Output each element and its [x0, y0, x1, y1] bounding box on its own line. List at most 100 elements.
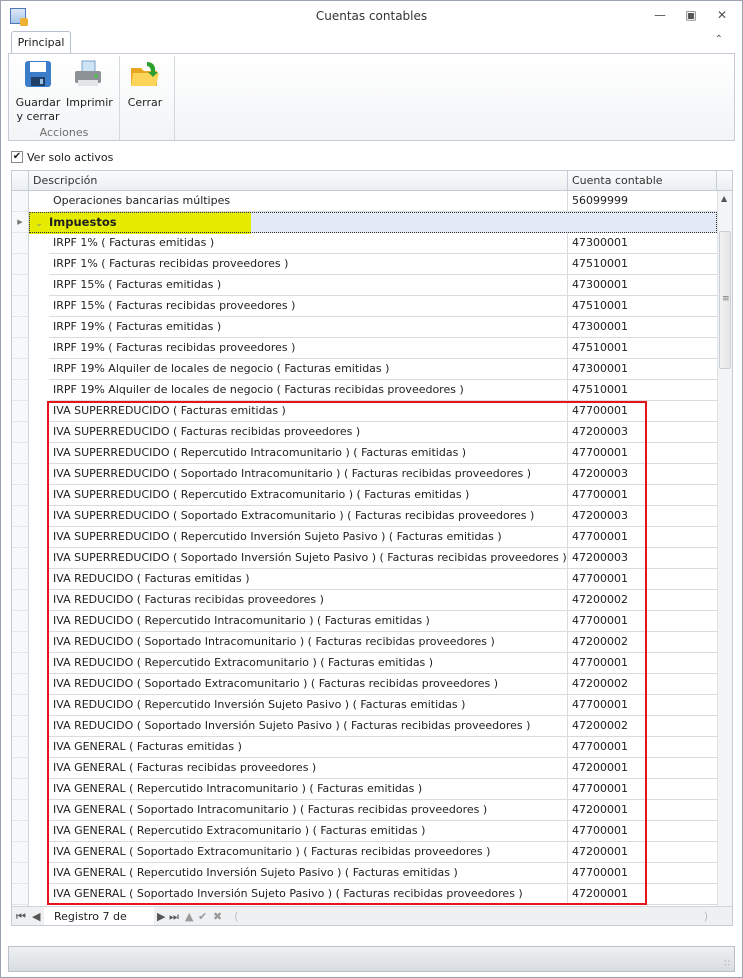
cell-cuenta[interactable]: 47200003: [568, 506, 717, 527]
minimize-button[interactable]: —: [651, 7, 669, 23]
cell-descripcion[interactable]: IVA REDUCIDO ( Facturas recibidas provee…: [49, 590, 568, 611]
row-indicator[interactable]: [12, 884, 29, 905]
table-row[interactable]: IRPF 1% ( Facturas recibidas proveedores…: [12, 254, 717, 275]
table-row[interactable]: IRPF 19% Alquiler de locales de negocio …: [12, 359, 717, 380]
row-indicator[interactable]: [12, 716, 29, 737]
ver-solo-activos-checkbox[interactable]: ✔ Ver solo activos: [11, 149, 113, 165]
cell-cuenta[interactable]: 47200002: [568, 590, 717, 611]
row-indicator[interactable]: [12, 800, 29, 821]
cell-descripcion[interactable]: IRPF 19% ( Facturas recibidas proveedore…: [49, 338, 568, 359]
row-indicator[interactable]: [12, 611, 29, 632]
cell-descripcion[interactable]: IVA GENERAL ( Repercutido Intracomunitar…: [49, 779, 568, 800]
up-icon[interactable]: ▲: [185, 910, 193, 923]
table-row[interactable]: IVA SUPERREDUCIDO ( Soportado Extracomun…: [12, 506, 717, 527]
prev-record-icon[interactable]: ◀: [32, 910, 40, 923]
cell-descripcion[interactable]: IVA GENERAL ( Soportado Inversión Sujeto…: [49, 884, 568, 905]
row-indicator[interactable]: [12, 779, 29, 800]
table-row[interactable]: IVA SUPERREDUCIDO ( Repercutido Inversió…: [12, 527, 717, 548]
table-row[interactable]: IRPF 19% ( Facturas recibidas proveedore…: [12, 338, 717, 359]
cell-descripcion[interactable]: IVA REDUCIDO ( Facturas emitidas ): [49, 569, 568, 590]
hscroll-left-icon[interactable]: ⟨: [234, 910, 238, 923]
cell-cuenta[interactable]: 47300001: [568, 233, 717, 254]
cell-descripcion[interactable]: IVA REDUCIDO ( Repercutido Inversión Suj…: [49, 695, 568, 716]
group-row-content[interactable]: ⌄ Impuestos: [29, 212, 717, 234]
first-record-icon[interactable]: ⏮: [16, 910, 26, 924]
row-indicator[interactable]: [12, 821, 29, 842]
table-row[interactable]: IVA REDUCIDO ( Facturas emitidas ) 477000…: [12, 569, 717, 590]
cell-cuenta[interactable]: 47700001: [568, 779, 717, 800]
table-row[interactable]: IVA GENERAL ( Repercutido Extracomunitar…: [12, 821, 717, 842]
cell-descripcion[interactable]: IVA SUPERREDUCIDO ( Soportado Extracomun…: [49, 506, 568, 527]
cell-descripcion[interactable]: IVA GENERAL ( Repercutido Extracomunitar…: [49, 821, 568, 842]
row-indicator[interactable]: [12, 632, 29, 653]
table-row[interactable]: IRPF 19% Alquiler de locales de negocio …: [12, 380, 717, 401]
cell-cuenta[interactable]: 47700001: [568, 527, 717, 548]
table-row[interactable]: IVA REDUCIDO ( Repercutido Extracomunita…: [12, 653, 717, 674]
cell-cuenta[interactable]: 47700001: [568, 485, 717, 506]
table-row[interactable]: IVA GENERAL ( Facturas recibidas proveed…: [12, 758, 717, 779]
cell-cuenta[interactable]: 47510001: [568, 380, 717, 401]
cell-cuenta[interactable]: 47200002: [568, 716, 717, 737]
cell-descripcion[interactable]: IVA GENERAL ( Soportado Extracomunitario…: [49, 842, 568, 863]
cell-cuenta[interactable]: 47200003: [568, 464, 717, 485]
print-button[interactable]: Imprimir: [66, 58, 113, 110]
row-indicator[interactable]: [12, 401, 29, 422]
table-row[interactable]: IVA SUPERREDUCIDO ( Soportado Inversión …: [12, 548, 717, 569]
row-indicator[interactable]: [12, 275, 29, 296]
cell-cuenta[interactable]: 47700001: [568, 737, 717, 758]
table-row[interactable]: IVA REDUCIDO ( Soportado Intracomunitari…: [12, 632, 717, 653]
cell-descripcion[interactable]: IRPF 19% ( Facturas emitidas ): [49, 317, 568, 338]
scroll-thumb[interactable]: ≡: [719, 231, 731, 369]
cell-cuenta[interactable]: 47510001: [568, 296, 717, 317]
group-row-impuestos[interactable]: ▶ ⌄ Impuestos: [12, 212, 717, 234]
table-row[interactable]: IVA REDUCIDO ( Repercutido Inversión Suj…: [12, 695, 717, 716]
cell-cuenta[interactable]: 47510001: [568, 338, 717, 359]
row-indicator[interactable]: [12, 296, 29, 317]
row-indicator[interactable]: [12, 569, 29, 590]
chevron-down-icon[interactable]: ⌄: [29, 214, 49, 234]
cell-cuenta[interactable]: 47700001: [568, 611, 717, 632]
row-indicator[interactable]: [12, 380, 29, 401]
cell-cuenta[interactable]: 47200001: [568, 800, 717, 821]
cell-descripcion[interactable]: IVA GENERAL ( Facturas emitidas ): [49, 737, 568, 758]
row-indicator[interactable]: [12, 695, 29, 716]
resize-grip-icon[interactable]: ∷: [724, 959, 730, 969]
cell-descripcion[interactable]: IVA REDUCIDO ( Soportado Inversión Sujet…: [49, 716, 568, 737]
cell-cuenta[interactable]: 47300001: [568, 317, 717, 338]
table-row[interactable]: IVA SUPERREDUCIDO ( Repercutido Intracom…: [12, 443, 717, 464]
cell-cuenta[interactable]: 47510001: [568, 254, 717, 275]
row-indicator[interactable]: ▶: [12, 212, 29, 233]
table-row[interactable]: IVA GENERAL ( Soportado Inversión Sujeto…: [12, 884, 717, 905]
cell-descripcion[interactable]: Operaciones bancarias múltipes: [49, 191, 568, 212]
table-row[interactable]: IVA REDUCIDO ( Facturas recibidas provee…: [12, 590, 717, 611]
row-indicator[interactable]: [12, 233, 29, 254]
cell-cuenta[interactable]: 47200001: [568, 884, 717, 905]
table-row[interactable]: IRPF 15% ( Facturas emitidas ) 47300001: [12, 275, 717, 296]
table-row[interactable]: IVA SUPERREDUCIDO ( Facturas recibidas p…: [12, 422, 717, 443]
table-row[interactable]: IVA GENERAL ( Soportado Extracomunitario…: [12, 842, 717, 863]
cell-cuenta[interactable]: 47200003: [568, 422, 717, 443]
cell-descripcion[interactable]: IVA REDUCIDO ( Repercutido Extracomunita…: [49, 653, 568, 674]
cell-descripcion[interactable]: IRPF 1% ( Facturas emitidas ): [49, 233, 568, 254]
row-indicator[interactable]: [12, 485, 29, 506]
row-indicator[interactable]: [12, 191, 29, 212]
cell-descripcion[interactable]: IVA REDUCIDO ( Soportado Intracomunitari…: [49, 632, 568, 653]
cell-cuenta[interactable]: 47200003: [568, 548, 717, 569]
cell-descripcion[interactable]: IVA SUPERREDUCIDO ( Repercutido Inversió…: [49, 527, 568, 548]
row-indicator[interactable]: [12, 506, 29, 527]
table-row[interactable]: IRPF 1% ( Facturas emitidas ) 47300001: [12, 233, 717, 254]
cell-cuenta[interactable]: 47700001: [568, 863, 717, 884]
table-row[interactable]: IVA GENERAL ( Repercutido Inversión Suje…: [12, 863, 717, 884]
cell-cuenta[interactable]: 47700001: [568, 695, 717, 716]
maximize-button[interactable]: ▣: [682, 7, 700, 23]
cell-descripcion[interactable]: IVA SUPERREDUCIDO ( Repercutido Intracom…: [49, 443, 568, 464]
table-row[interactable]: IRPF 15% ( Facturas recibidas proveedore…: [12, 296, 717, 317]
row-indicator[interactable]: [12, 254, 29, 275]
table-row[interactable]: IVA REDUCIDO ( Repercutido Intracomunita…: [12, 611, 717, 632]
row-indicator[interactable]: [12, 653, 29, 674]
cell-descripcion[interactable]: IVA SUPERREDUCIDO ( Soportado Inversión …: [49, 548, 568, 569]
cancel-icon[interactable]: ✖: [213, 910, 222, 923]
table-row[interactable]: IVA GENERAL ( Facturas emitidas ) 4770000…: [12, 737, 717, 758]
cell-descripcion[interactable]: IVA GENERAL ( Repercutido Inversión Suje…: [49, 863, 568, 884]
hscroll-right-icon[interactable]: ⟩: [704, 910, 708, 923]
